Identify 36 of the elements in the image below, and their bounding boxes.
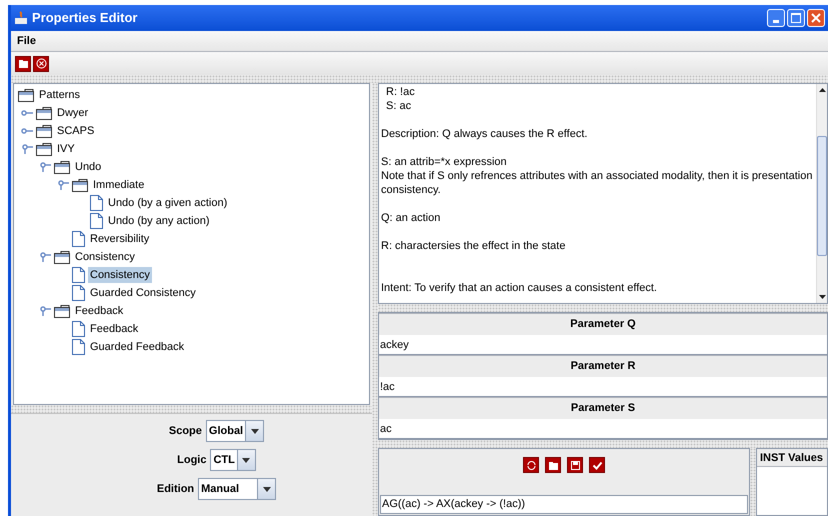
description-line: Description: Q always causes the R effect. xyxy=(381,127,588,141)
tree-item[interactable]: Guarded Consistency xyxy=(88,285,198,301)
tree-item[interactable]: Consistency xyxy=(73,249,137,265)
tree-item[interactable]: Consistency xyxy=(88,267,152,283)
description-line: Q: an action xyxy=(381,211,442,225)
option-label: Logic xyxy=(177,452,206,468)
description-line: Intent: To verify that an action causes a consistent effect. xyxy=(381,281,658,295)
menu-item[interactable]: File xyxy=(16,32,37,50)
option-label: Edition xyxy=(156,482,194,497)
tree-item[interactable]: Feedback xyxy=(73,303,126,319)
tree-item[interactable]: Patterns xyxy=(37,87,82,103)
window-title: Properties Editor xyxy=(32,9,138,28)
inst-values-header: INST Values xyxy=(757,449,827,467)
description-line: Note that if S only refrences attributes with an associated modality, then it is presentation consistency. xyxy=(381,169,814,197)
tree-item[interactable]: Reversibility xyxy=(88,231,152,247)
dropdown[interactable]: Global xyxy=(206,420,264,442)
parameter-field[interactable]: ac xyxy=(379,419,827,439)
parameter-field[interactable]: ackey xyxy=(379,335,827,355)
parameter-field[interactable]: !ac xyxy=(379,377,827,397)
description-line: S: an attrib=*x expression xyxy=(381,155,508,169)
description-line: R: charactersies the effect in the state xyxy=(381,239,566,253)
tree-item[interactable]: Undo (by a given action) xyxy=(106,195,230,211)
tree-item[interactable]: IVY xyxy=(55,141,77,157)
tree-item[interactable]: Undo (by any action) xyxy=(106,213,212,229)
description-line: R: !ac xyxy=(386,85,416,99)
dropdown[interactable]: CTL xyxy=(210,449,256,471)
tree-item[interactable]: Dwyer xyxy=(55,105,90,121)
tree-item[interactable]: Immediate xyxy=(91,177,146,193)
option-label: Scope xyxy=(168,424,202,439)
formula-field[interactable]: AG((ac) -> AX(ackey -> (!ac)) xyxy=(380,495,748,514)
tree-item[interactable]: Feedback xyxy=(88,321,140,337)
dropdown[interactable]: Manual xyxy=(198,478,276,500)
description-line: S: ac xyxy=(386,99,412,113)
tree-item[interactable]: Guarded Feedback xyxy=(88,339,186,355)
tree-item[interactable]: Undo xyxy=(73,159,104,175)
tree-item[interactable]: SCAPS xyxy=(55,123,96,139)
